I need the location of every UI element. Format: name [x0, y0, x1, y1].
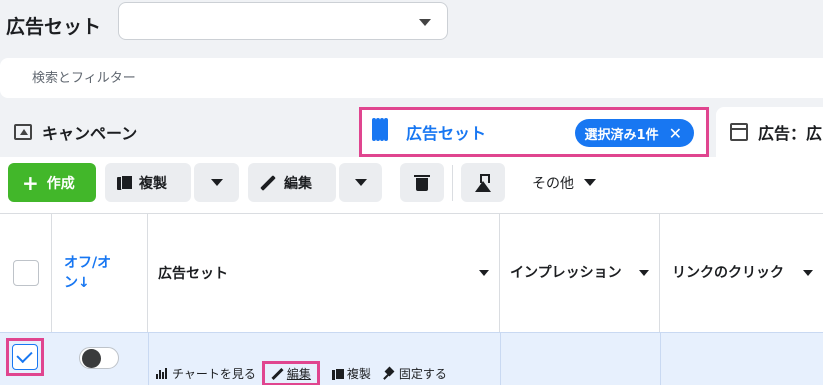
create-button-label: 作成: [46, 175, 75, 192]
action-toolbar: + 作成 複製 編集 その他: [0, 157, 823, 213]
tab-ads[interactable]: 広告：広: [716, 107, 823, 157]
duplicate-icon: [331, 367, 345, 380]
selected-count-chip[interactable]: 選択済み1件 ✕: [574, 119, 694, 147]
header-select-all: [0, 214, 52, 332]
chevron-down-icon: [354, 179, 367, 186]
column-header-adset[interactable]: 広告セット: [148, 214, 500, 332]
chevron-down-icon[interactable]: [639, 270, 649, 276]
pencil-icon: [271, 368, 283, 380]
edit-button-label: 編集: [284, 175, 312, 192]
view-chart-link[interactable]: チャートを見る: [156, 365, 256, 382]
row-pin-label: 固定する: [398, 367, 447, 381]
chevron-down-icon[interactable]: [803, 270, 813, 276]
select-all-checkbox[interactable]: [12, 260, 39, 286]
page-title: 広告セット: [6, 16, 102, 38]
row-edit-link[interactable]: 編集: [261, 361, 320, 385]
edit-dropdown-button[interactable]: [339, 163, 382, 202]
column-header-adset-label: 広告セット: [158, 266, 228, 282]
row-checkbox[interactable]: [12, 344, 38, 370]
duplicate-dropdown-button[interactable]: [194, 163, 239, 202]
duplicate-icon: [117, 174, 133, 191]
more-button[interactable]: その他: [520, 163, 620, 202]
row-checkbox-highlight: [6, 338, 44, 376]
row-divider: [660, 333, 661, 385]
adset-on-off-toggle[interactable]: [79, 347, 119, 369]
row-select-cell: [0, 333, 52, 385]
tab-campaigns-label: キャンペーン: [42, 124, 138, 143]
tab-adsets[interactable]: 広告セット 選択済み1件 ✕: [359, 107, 709, 157]
grid-icon: [372, 118, 396, 144]
trash-icon: [414, 174, 430, 191]
create-button[interactable]: + 作成: [8, 163, 96, 202]
edit-button[interactable]: 編集: [248, 163, 336, 202]
tab-adsets-label: 広告セット: [406, 124, 487, 143]
column-header-link-clicks[interactable]: リンクのクリック: [660, 214, 823, 332]
close-icon[interactable]: ✕: [669, 124, 682, 143]
row-duplicate-link[interactable]: 複製: [331, 365, 371, 382]
column-header-toggle[interactable]: オフ/オン↓: [52, 214, 148, 332]
top-bar: 広告セット: [0, 0, 823, 52]
column-header-toggle-label: オフ/オン↓: [64, 255, 112, 291]
row-edit-label: 編集: [286, 367, 311, 381]
duplicate-button-label: 複製: [139, 175, 167, 192]
row-divider: [500, 333, 501, 385]
table-row[interactable]: チャートを見る 編集 複製 固定する: [0, 332, 823, 385]
more-button-label: その他: [532, 175, 574, 192]
toolbar-divider: [452, 165, 453, 201]
adset-selector-dropdown[interactable]: [118, 2, 448, 40]
adsets-table: オフ/オン↓ 広告セット インプレッション リンクのクリック チャートを見る 編…: [0, 213, 823, 385]
chevron-down-icon: [210, 179, 223, 186]
tab-ads-label: 広告：広: [758, 124, 823, 143]
view-chart-label: チャートを見る: [172, 367, 256, 381]
level-tabs: キャンペーン 広告セット 選択済み1件 ✕ 広告：広: [0, 107, 823, 157]
tab-campaigns[interactable]: キャンペーン: [0, 107, 350, 157]
flask-icon: [475, 173, 491, 192]
plus-icon: +: [22, 170, 39, 195]
row-pin-link[interactable]: 固定する: [383, 365, 447, 382]
column-header-impressions-label: インプレッション: [510, 265, 622, 281]
pencil-icon: [260, 175, 276, 191]
pin-icon: [383, 368, 395, 380]
row-divider: [148, 333, 149, 385]
search-filter-bar[interactable]: [0, 58, 823, 98]
column-header-link-clicks-label: リンクのクリック: [672, 265, 784, 281]
search-input[interactable]: [12, 66, 712, 90]
selected-count-label: 選択済み1件: [584, 127, 659, 143]
bar-chart-icon: [156, 368, 168, 379]
ab-test-button[interactable]: [461, 163, 505, 202]
chevron-down-icon: [584, 179, 596, 186]
chevron-down-icon: [419, 19, 431, 26]
row-duplicate-label: 複製: [346, 367, 371, 381]
chevron-down-icon[interactable]: [479, 270, 489, 276]
folder-icon: [14, 124, 32, 140]
ad-icon: [730, 123, 748, 141]
row-actions: チャートを見る 編集 複製 固定する: [156, 361, 459, 385]
column-header-impressions[interactable]: インプレッション: [500, 214, 660, 332]
duplicate-button[interactable]: 複製: [105, 163, 191, 202]
delete-button[interactable]: [400, 163, 444, 202]
